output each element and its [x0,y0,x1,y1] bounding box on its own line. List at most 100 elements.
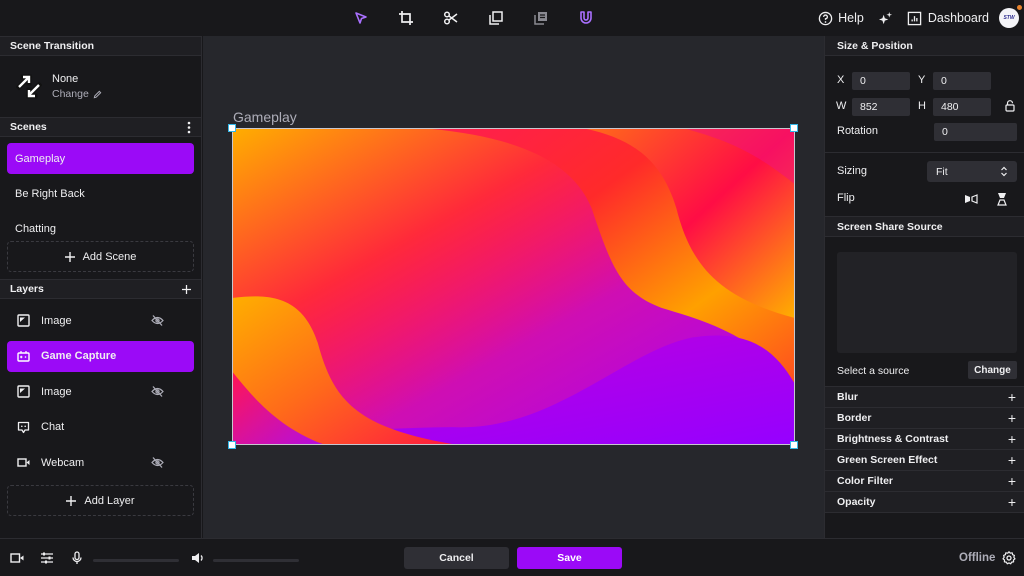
scene-item-gameplay[interactable]: Gameplay [7,143,194,174]
rotation-input[interactable] [934,123,1017,141]
aspect-lock-button[interactable] [1004,100,1016,112]
crop-icon [399,11,413,25]
duplicate-tool-button[interactable] [486,8,506,28]
stack-icon [534,12,547,25]
add-scene-button[interactable]: Add Scene [7,241,194,272]
effect-blur[interactable]: Blur + [825,387,1024,408]
x-label: X [837,74,845,86]
add-layer-button[interactable]: Add Layer [7,485,194,516]
flip-horizontal-button[interactable] [964,192,978,206]
resize-handle-top-right[interactable] [790,124,798,132]
flip-horizontal-icon [965,194,978,204]
y-label: Y [918,74,926,86]
dashboard-button[interactable]: Dashboard [907,11,989,26]
width-input[interactable] [852,98,910,116]
canvas-scene-label: Gameplay [233,109,297,125]
bottom-bar: Cancel Save Offline [0,538,1024,576]
effect-opacity[interactable]: Opacity + [825,492,1024,513]
avatar-text: STW [1003,15,1015,21]
question-circle-icon [818,11,833,25]
save-label: Save [557,552,582,564]
magnet-icon [580,11,592,24]
camera-toggle-button[interactable] [10,551,24,565]
effect-brightness-contrast[interactable]: Brightness & Contrast + [825,429,1024,450]
resize-handle-top-left[interactable] [228,124,236,132]
chevron-up-down-icon [1001,166,1007,177]
speaker-volume-slider[interactable] [213,559,299,562]
snap-tool-button[interactable] [576,8,596,28]
transition-change-link[interactable]: Change [52,88,102,100]
size-position-header: Size & Position [825,36,1024,56]
image-icon [17,385,30,398]
app-window: Help Dashboard STW Scene Transition None… [0,0,1024,576]
add-layer-label: Add Layer [84,494,135,507]
eye-slash-icon [151,315,164,326]
sparkle-button[interactable] [878,11,893,26]
more-options-icon[interactable] [187,121,191,134]
layer-item-webcam[interactable]: Webcam [7,447,194,478]
effect-label: Brightness & Contrast [837,433,949,445]
settings-button[interactable] [1002,551,1016,565]
mixer-settings-button[interactable] [40,551,54,565]
layer-item-chat[interactable]: Chat [7,412,194,443]
y-input[interactable] [933,72,991,90]
scene-item-chatting[interactable]: Chatting [7,213,194,244]
x-input[interactable] [852,72,910,90]
gear-icon [1002,551,1016,565]
layer-visibility-toggle[interactable] [151,456,164,469]
layers-tool-button[interactable] [531,8,551,28]
effect-color-filter[interactable]: Color Filter + [825,471,1024,492]
flip-vertical-button[interactable] [995,192,1009,206]
mic-toggle-button[interactable] [70,551,84,565]
speaker-toggle-button[interactable] [191,551,205,565]
select-tool-button[interactable] [351,8,371,28]
layers-header: Layers [0,279,201,299]
pencil-icon [93,90,102,98]
effect-green-screen[interactable]: Green Screen Effect + [825,450,1024,471]
effects-list: Blur + Border + Brightness & Contrast + Gre… [825,386,1024,513]
layer-label: Webcam [41,456,85,469]
layer-list: Image Game Capture Image Chat Webcam Add… [0,299,201,516]
effect-label: Blur [837,391,858,403]
save-button[interactable]: Save [517,547,622,569]
layer-item-image[interactable]: Image [7,305,194,336]
crop-tool-button[interactable] [396,8,416,28]
dashboard-chart-icon [907,11,922,25]
game-capture-source[interactable] [232,128,795,445]
scene-transition-header: Scene Transition [0,36,201,56]
expand-plus-icon: + [1007,410,1016,426]
transition-name: None [52,73,79,85]
gamepad-icon [17,350,30,362]
source-preview [837,252,1017,353]
change-source-button[interactable]: Change [968,361,1017,379]
image-icon [17,314,30,327]
expand-plus-icon: + [1007,452,1016,468]
select-source-text: Select a source [837,365,910,377]
effect-border[interactable]: Border + [825,408,1024,429]
layer-visibility-toggle[interactable] [151,385,164,398]
gradient-wave-image [233,129,794,444]
resize-handle-bottom-right[interactable] [790,441,798,449]
effect-label: Color Filter [837,475,894,487]
cut-tool-button[interactable] [441,8,461,28]
left-sidebar: Scene Transition None Change Scenes Game… [0,36,202,538]
add-layer-plus-icon[interactable] [182,284,191,294]
layer-visibility-toggle[interactable] [151,314,164,327]
top-toolbar: Help Dashboard STW [0,0,1024,36]
scenes-title: Scenes [10,121,47,133]
cancel-button[interactable]: Cancel [404,547,509,569]
layer-item-image[interactable]: Image [7,376,194,407]
user-avatar[interactable]: STW [999,5,1022,28]
resize-handle-bottom-left[interactable] [228,441,236,449]
help-button[interactable]: Help [818,11,864,26]
mic-volume-slider[interactable] [93,559,179,562]
speaker-icon [192,553,203,563]
expand-plus-icon: + [1007,473,1016,489]
height-input[interactable] [933,98,991,116]
scissors-icon [443,11,458,25]
sizing-select[interactable]: Fit [927,161,1017,182]
layer-label: Image [41,314,72,327]
scene-item-be-right-back[interactable]: Be Right Back [7,178,194,209]
plus-icon [64,251,75,262]
layer-item-game-capture[interactable]: Game Capture [7,340,194,372]
